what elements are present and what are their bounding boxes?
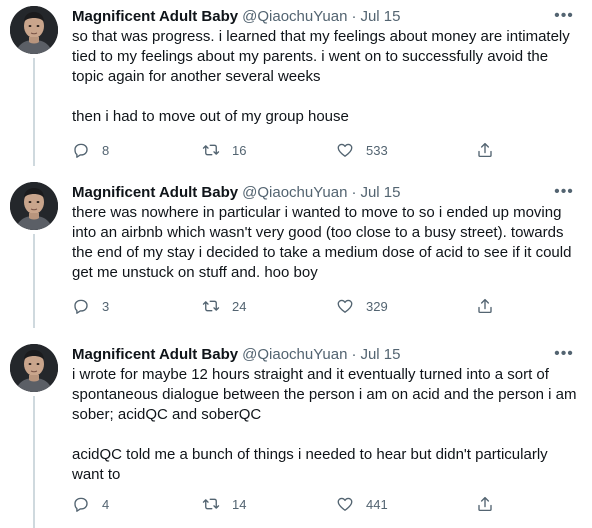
share-icon xyxy=(476,495,494,513)
tweet-paragraph: then i had to move out of my group house xyxy=(72,108,349,125)
share-icon xyxy=(476,297,494,315)
like-button[interactable]: 441 xyxy=(336,494,388,514)
tweet-paragraph: acidQC told me a bunch of things i neede… xyxy=(72,446,552,483)
retweet-icon xyxy=(202,297,220,315)
reply-count: 8 xyxy=(102,142,110,158)
share-button[interactable] xyxy=(476,296,494,316)
timestamp[interactable]: Jul 15 xyxy=(360,184,400,201)
reply-button[interactable]: 8 xyxy=(72,140,109,160)
avatar[interactable] xyxy=(10,344,58,392)
tweet-text: i wrote for maybe 12 hours straight and … xyxy=(72,365,580,485)
tweet-paragraph: there was nowhere in particular i wanted… xyxy=(72,204,576,281)
more-horizontal-icon[interactable]: ••• xyxy=(554,182,574,202)
thread-line xyxy=(33,234,35,328)
retweet-count: 24 xyxy=(232,298,247,314)
tweet-paragraph: so that was progress. i learned that my … xyxy=(72,28,574,85)
retweet-button[interactable]: 16 xyxy=(202,140,246,160)
thread-line xyxy=(33,58,35,166)
heart-icon xyxy=(336,141,354,159)
like-count: 329 xyxy=(366,298,388,314)
like-button[interactable]: 329 xyxy=(336,296,388,316)
tweet-header: Magnificent Adult Baby @QiaochuYuan · Ju… xyxy=(72,6,400,26)
separator-dot: · xyxy=(351,7,357,25)
display-name[interactable]: Magnificent Adult Baby xyxy=(72,184,238,201)
timestamp[interactable]: Jul 15 xyxy=(360,8,400,25)
display-name[interactable]: Magnificent Adult Baby xyxy=(72,346,238,363)
retweet-button[interactable]: 14 xyxy=(202,494,246,514)
tweet-1[interactable]: Magnificent Adult Baby @QiaochuYuan · Ju… xyxy=(0,0,592,166)
share-button[interactable] xyxy=(476,140,494,160)
tweet-text: so that was progress. i learned that my … xyxy=(72,27,580,127)
share-button[interactable] xyxy=(476,494,494,514)
tweet-text: there was nowhere in particular i wanted… xyxy=(72,203,580,283)
username[interactable]: @QiaochuYuan xyxy=(242,346,347,363)
avatar[interactable] xyxy=(10,182,58,230)
tweet-header: Magnificent Adult Baby @QiaochuYuan · Ju… xyxy=(72,182,400,202)
tweet-header: Magnificent Adult Baby @QiaochuYuan · Ju… xyxy=(72,344,400,364)
reply-icon xyxy=(72,141,90,159)
reply-button[interactable]: 3 xyxy=(72,296,109,316)
like-count: 441 xyxy=(366,496,388,512)
separator-dot: · xyxy=(351,183,357,201)
username[interactable]: @QiaochuYuan xyxy=(242,184,347,201)
separator-dot: · xyxy=(351,345,357,363)
more-horizontal-icon[interactable]: ••• xyxy=(554,344,574,364)
tweet-paragraph: i wrote for maybe 12 hours straight and … xyxy=(72,366,581,423)
avatar[interactable] xyxy=(10,6,58,54)
reply-count: 3 xyxy=(102,298,110,314)
more-horizontal-icon[interactable]: ••• xyxy=(554,6,574,26)
display-name[interactable]: Magnificent Adult Baby xyxy=(72,8,238,25)
retweet-icon xyxy=(202,495,220,513)
retweet-button[interactable]: 24 xyxy=(202,296,246,316)
heart-icon xyxy=(336,495,354,513)
retweet-count: 14 xyxy=(232,496,247,512)
like-count: 533 xyxy=(366,142,388,158)
tweet-3[interactable]: Magnificent Adult Baby @QiaochuYuan · Ju… xyxy=(0,338,592,528)
retweet-icon xyxy=(202,141,220,159)
timestamp[interactable]: Jul 15 xyxy=(360,346,400,363)
heart-icon xyxy=(336,297,354,315)
username[interactable]: @QiaochuYuan xyxy=(242,8,347,25)
reply-icon xyxy=(72,297,90,315)
retweet-count: 16 xyxy=(232,142,247,158)
reply-icon xyxy=(72,495,90,513)
reply-count: 4 xyxy=(102,496,110,512)
thread-line xyxy=(33,396,35,528)
like-button[interactable]: 533 xyxy=(336,140,388,160)
tweet-2[interactable]: Magnificent Adult Baby @QiaochuYuan · Ju… xyxy=(0,176,592,328)
reply-button[interactable]: 4 xyxy=(72,494,109,514)
share-icon xyxy=(476,141,494,159)
